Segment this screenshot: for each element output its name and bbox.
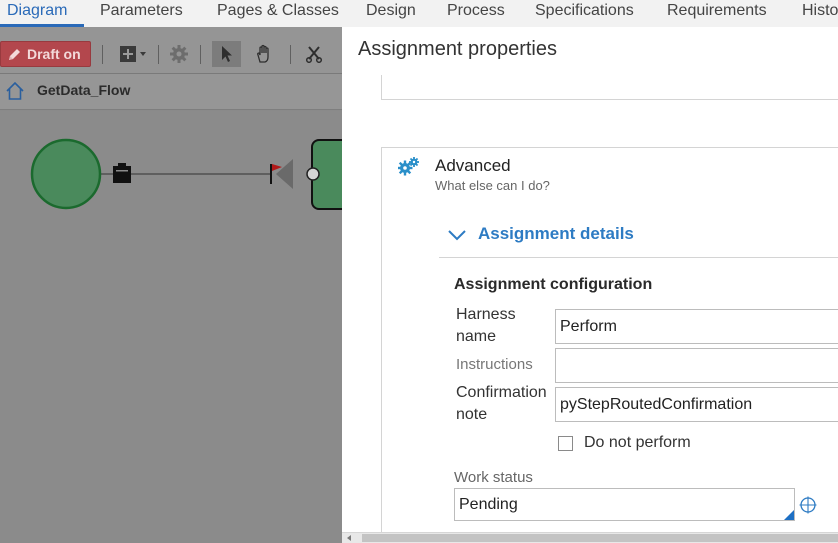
toolbar-divider bbox=[158, 45, 159, 64]
add-shape-button[interactable] bbox=[116, 41, 150, 67]
start-node bbox=[30, 138, 102, 210]
previous-section bbox=[381, 75, 838, 100]
instructions-field[interactable] bbox=[555, 348, 838, 383]
toolbar-divider bbox=[102, 45, 103, 64]
flow-diagram bbox=[30, 138, 342, 210]
toolbar-divider bbox=[290, 45, 291, 64]
tab-diagram[interactable]: Diagram bbox=[7, 2, 67, 20]
advanced-section bbox=[381, 147, 838, 543]
add-shape-icon bbox=[120, 46, 146, 62]
pointer-icon bbox=[221, 46, 232, 62]
tab-design[interactable]: Design bbox=[366, 2, 416, 20]
gear-icon bbox=[170, 45, 188, 63]
confirmation-note-label: Confirmation note bbox=[456, 384, 547, 423]
connector-handle bbox=[306, 167, 320, 181]
do-not-perform-checkbox[interactable] bbox=[558, 436, 573, 451]
autocomplete-corner-icon bbox=[784, 510, 794, 520]
hand-icon bbox=[257, 44, 269, 63]
harness-name-label: Harness name bbox=[456, 306, 516, 345]
tab-bar: Diagram Parameters Pages & Classes Desig… bbox=[0, 0, 838, 27]
draft-on-label: Draft on bbox=[27, 46, 81, 62]
chevron-down-icon[interactable] bbox=[446, 226, 468, 244]
advanced-title: Advanced bbox=[435, 156, 511, 175]
flow-name: GetData_Flow bbox=[37, 82, 131, 98]
confirmation-note-field[interactable]: pyStepRoutedConfirmation bbox=[555, 387, 838, 422]
harness-name-field[interactable]: Perform bbox=[555, 309, 838, 344]
home-icon[interactable] bbox=[5, 81, 25, 101]
settings-button[interactable] bbox=[166, 41, 192, 67]
cut-icon bbox=[305, 46, 323, 63]
tab-pages-classes[interactable]: Pages & Classes bbox=[217, 2, 339, 20]
scrollbar-thumb[interactable] bbox=[362, 534, 838, 542]
assignment-configuration-title: Assignment configuration bbox=[454, 276, 653, 293]
pan-tool-button[interactable] bbox=[250, 41, 278, 67]
clipboard-icon bbox=[113, 163, 131, 183]
horizontal-scrollbar[interactable] bbox=[342, 532, 838, 543]
work-status-label: Work status bbox=[454, 469, 533, 486]
select-tool-button[interactable] bbox=[212, 41, 241, 67]
target-picker-icon[interactable] bbox=[799, 496, 817, 514]
assignment-properties-modal: Assignment properties Advanced What else… bbox=[342, 27, 838, 543]
draft-on-button[interactable]: Draft on bbox=[0, 41, 91, 67]
tab-parameters[interactable]: Parameters bbox=[100, 2, 183, 20]
pencil-icon bbox=[9, 49, 20, 60]
toolbar-divider bbox=[200, 45, 201, 64]
tab-specifications[interactable]: Specifications bbox=[535, 2, 634, 20]
work-status-value: Pending bbox=[459, 496, 518, 513]
do-not-perform-label[interactable]: Do not perform bbox=[584, 434, 691, 452]
scroll-left-icon[interactable] bbox=[347, 535, 351, 541]
modal-title: Assignment properties bbox=[358, 38, 557, 60]
gears-icon bbox=[398, 157, 419, 176]
cut-button[interactable] bbox=[300, 41, 328, 67]
assignment-details-label[interactable]: Assignment details bbox=[478, 224, 634, 244]
instructions-label: Instructions bbox=[456, 356, 533, 373]
flow-arrow bbox=[276, 159, 293, 189]
work-status-field[interactable]: Pending bbox=[454, 488, 795, 521]
advanced-subtitle: What else can I do? bbox=[435, 178, 550, 193]
tab-process[interactable]: Process bbox=[447, 2, 505, 20]
tab-requirements[interactable]: Requirements bbox=[667, 2, 767, 20]
tab-history[interactable]: Histo bbox=[802, 2, 838, 20]
